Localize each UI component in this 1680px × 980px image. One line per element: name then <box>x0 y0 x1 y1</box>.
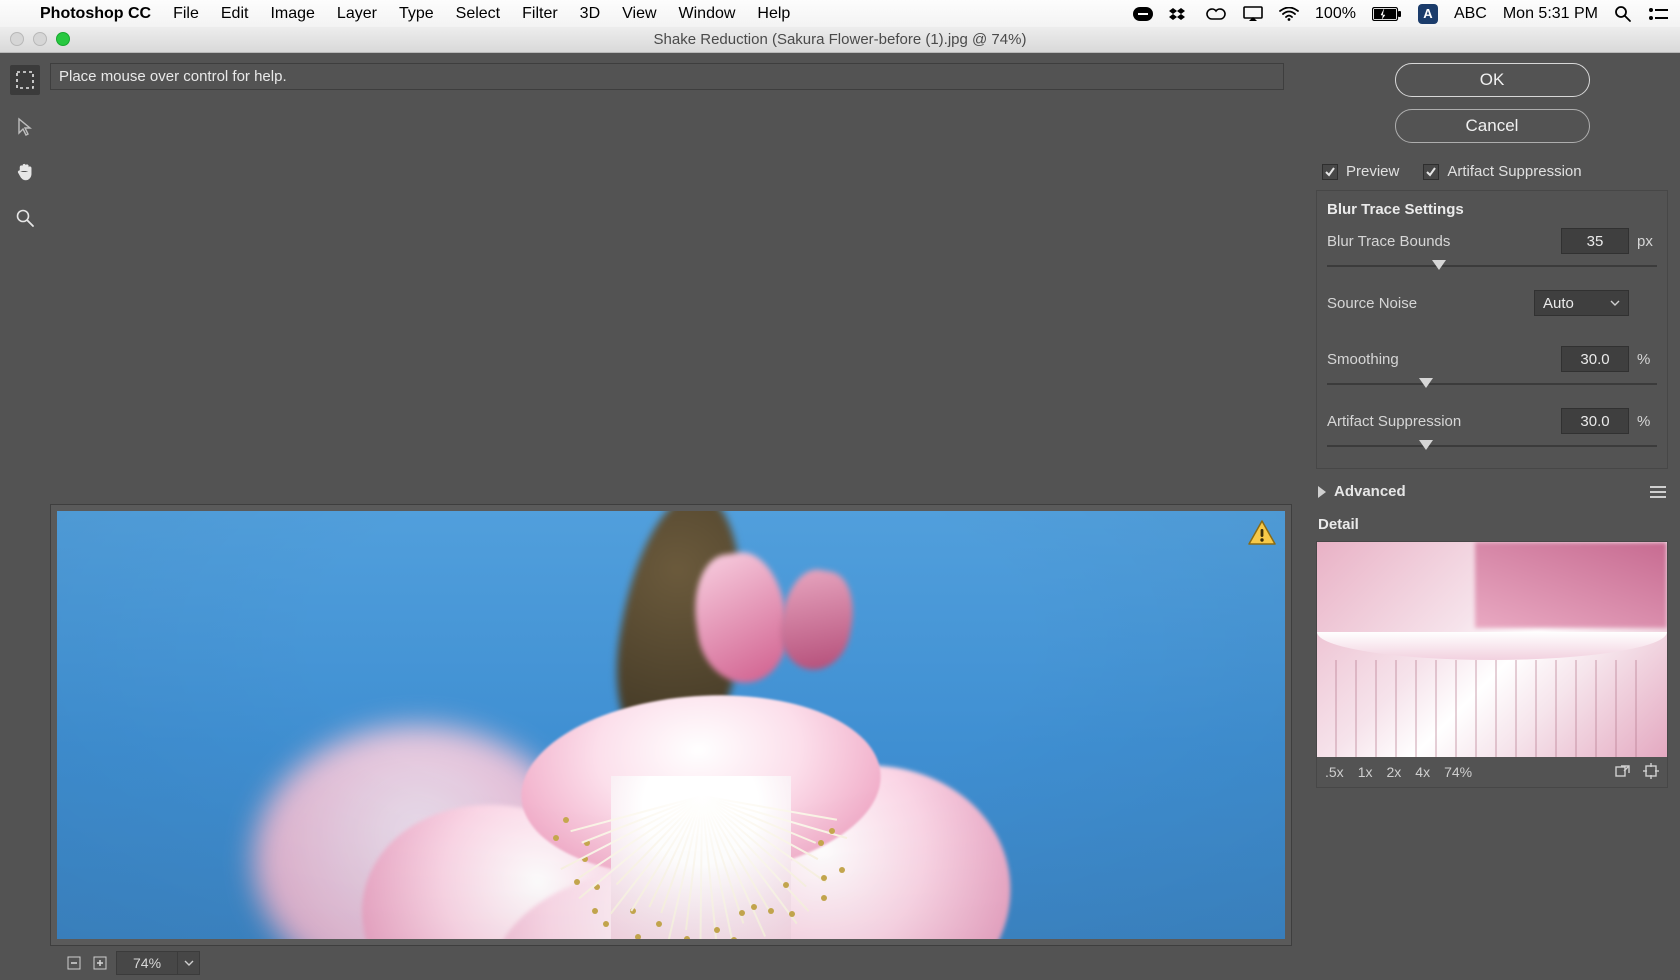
smoothing-unit: % <box>1637 351 1657 368</box>
advanced-section-toggle[interactable]: Advanced <box>1316 477 1668 506</box>
dropbox-icon[interactable] <box>1169 6 1189 22</box>
window-traffic-lights <box>10 32 70 46</box>
panel-menu-icon[interactable] <box>1650 486 1666 498</box>
preview-canvas[interactable] <box>50 504 1292 947</box>
smoothing-label: Smoothing <box>1327 351 1399 368</box>
blur-estimation-tool[interactable] <box>10 65 40 95</box>
spotlight-icon[interactable] <box>1614 5 1632 23</box>
detail-zoom-2x[interactable]: 2x <box>1386 764 1401 780</box>
menu-filter[interactable]: Filter <box>522 5 558 23</box>
detail-zoom-half[interactable]: .5x <box>1325 764 1344 780</box>
zoom-bar: 74% <box>50 946 1292 980</box>
macos-menubar: Photoshop CC File Edit Image Layer Type … <box>0 0 1680 27</box>
preview-checkbox[interactable]: Preview <box>1322 163 1399 180</box>
menu-select[interactable]: Select <box>456 5 500 23</box>
blur-trace-bounds-input[interactable]: 35 <box>1561 228 1629 254</box>
artifact-suppression-input[interactable]: 30.0 <box>1561 408 1629 434</box>
battery-text: 100% <box>1315 5 1356 23</box>
source-noise-label: Source Noise <box>1327 295 1417 312</box>
zoom-level-select[interactable]: 74% <box>116 951 200 975</box>
menu-view[interactable]: View <box>622 5 656 23</box>
creative-cloud-icon[interactable] <box>1205 7 1227 21</box>
window-minimize-button[interactable] <box>33 32 47 46</box>
chevron-down-icon <box>1610 300 1620 306</box>
menu-type[interactable]: Type <box>399 5 434 23</box>
menu-layer[interactable]: Layer <box>337 5 377 23</box>
menu-3d[interactable]: 3D <box>580 5 600 23</box>
help-hint: Place mouse over control for help. <box>50 63 1284 90</box>
detail-title: Detail <box>1318 516 1668 533</box>
advanced-label: Advanced <box>1334 483 1406 500</box>
zoom-value: 74% <box>117 955 177 971</box>
preview-checkbox-label: Preview <box>1346 163 1399 180</box>
preview-image <box>57 511 1285 940</box>
blur-trace-title: Blur Trace Settings <box>1327 201 1657 218</box>
detail-preview[interactable] <box>1317 542 1667 757</box>
blur-trace-bounds-slider[interactable] <box>1327 258 1657 274</box>
window-titlebar[interactable]: Shake Reduction (Sakura Flower-before (1… <box>0 27 1680 53</box>
loupe-target-icon[interactable] <box>1643 763 1659 782</box>
cancel-button[interactable]: Cancel <box>1395 109 1590 143</box>
artifact-suppression-checkbox[interactable]: Artifact Suppression <box>1423 163 1581 180</box>
do-not-disturb-icon[interactable] <box>1133 7 1153 21</box>
wifi-icon[interactable] <box>1279 7 1299 21</box>
direct-selection-tool[interactable] <box>10 111 40 141</box>
input-source-label: ABC <box>1454 5 1487 23</box>
blur-trace-bounds-unit: px <box>1637 233 1657 250</box>
artifact-suppression-label: Artifact Suppression <box>1327 413 1461 430</box>
detail-zoom-current: 74% <box>1444 764 1472 780</box>
shake-reduction-dialog: Place mouse over control for help. <box>0 53 1680 980</box>
menubar-clock[interactable]: Mon 5:31 PM <box>1503 5 1598 23</box>
blur-trace-panel: Blur Trace Settings Blur Trace Bounds 35… <box>1316 190 1668 469</box>
zoom-out-button[interactable] <box>64 953 84 973</box>
chevron-down-icon <box>177 952 199 974</box>
zoom-in-button[interactable] <box>90 953 110 973</box>
source-noise-value: Auto <box>1543 295 1574 312</box>
menu-image[interactable]: Image <box>270 5 314 23</box>
detail-zoom-steps: .5x 1x 2x 4x 74% <box>1325 764 1472 780</box>
app-name[interactable]: Photoshop CC <box>40 5 151 23</box>
window-title: Shake Reduction (Sakura Flower-before (1… <box>654 31 1027 48</box>
ok-button[interactable]: OK <box>1395 63 1590 97</box>
warning-icon[interactable] <box>1247 519 1277 551</box>
settings-panel: OK Cancel Preview Artifact Suppression B… <box>1300 53 1680 980</box>
disclosure-triangle-icon <box>1318 486 1326 498</box>
artifact-suppression-checkbox-label: Artifact Suppression <box>1447 163 1581 180</box>
battery-icon[interactable] <box>1372 7 1402 21</box>
smoothing-input[interactable]: 30.0 <box>1561 346 1629 372</box>
menu-edit[interactable]: Edit <box>221 5 249 23</box>
zoom-tool[interactable] <box>10 203 40 233</box>
menu-help[interactable]: Help <box>757 5 790 23</box>
input-source-badge[interactable]: A <box>1418 4 1438 24</box>
artifact-suppression-slider[interactable] <box>1327 438 1657 454</box>
menu-window[interactable]: Window <box>679 5 736 23</box>
source-noise-select[interactable]: Auto <box>1534 290 1629 316</box>
detail-zoom-1x[interactable]: 1x <box>1358 764 1373 780</box>
window-close-button[interactable] <box>10 32 24 46</box>
window-zoom-button[interactable] <box>56 32 70 46</box>
dialog-toolbar <box>0 53 50 980</box>
blur-trace-bounds-label: Blur Trace Bounds <box>1327 233 1450 250</box>
menu-file[interactable]: File <box>173 5 199 23</box>
control-center-icon[interactable] <box>1648 7 1668 21</box>
artifact-suppression-unit: % <box>1637 413 1657 430</box>
smoothing-slider[interactable] <box>1327 376 1657 392</box>
hand-tool[interactable] <box>10 157 40 187</box>
detail-panel: .5x 1x 2x 4x 74% <box>1316 541 1668 788</box>
undock-detail-icon[interactable] <box>1615 763 1631 782</box>
airplay-icon[interactable] <box>1243 6 1263 22</box>
detail-zoom-4x[interactable]: 4x <box>1415 764 1430 780</box>
